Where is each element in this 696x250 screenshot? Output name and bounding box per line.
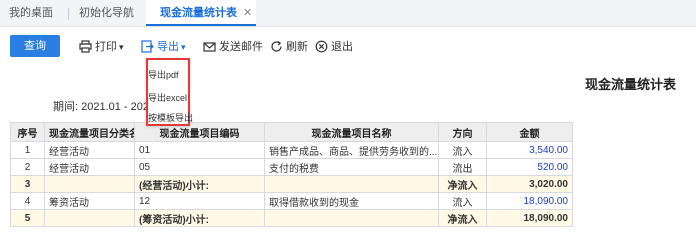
subtotal-label: (筹资活动)小计: (134, 209, 265, 227)
close-icon[interactable]: ✕ (243, 7, 252, 19)
code-cell: 01 (134, 141, 265, 159)
row-number: 5 (10, 209, 45, 227)
export-excel-option[interactable]: 导出excel (148, 91, 187, 104)
item-name-cell: 销售产成品、商品、提供劳务收到的... (264, 141, 439, 159)
subtotal-row[interactable]: 5 (筹资活动)小计: 净流入 18,090.00 (10, 209, 573, 227)
direction-cell: 流出 (438, 158, 487, 176)
table-row[interactable]: 1 经营活动 01 销售产成品、商品、提供劳务收到的... 流入 3,540.0… (10, 141, 573, 159)
tab-label: 现金流量统计表 (160, 7, 237, 19)
direction-cell: 净流入 (438, 209, 487, 227)
row-number: 1 (10, 141, 45, 159)
column-header[interactable]: 现金流量项目名称 (264, 122, 439, 142)
tab-separator (68, 8, 69, 20)
export-dropdown-menu: 导出pdf 导出excel 按模板导出 (146, 58, 193, 126)
column-header[interactable]: 方向 (438, 122, 487, 142)
table-row[interactable]: 4 筹资活动 12 取得借款收到的现金 流入 18,090.00 (10, 192, 573, 210)
export-pdf-option[interactable]: 导出pdf (148, 68, 179, 81)
item-name-cell (264, 209, 439, 227)
tab-init-navigation[interactable]: 初始化导航 (79, 0, 134, 26)
table-header-row: 序号 现金流量项目分类名 现金流量项目编码 现金流量项目名称 方向 金额 (10, 122, 573, 142)
row-number: 4 (10, 192, 45, 210)
tab-my-desktop[interactable]: 我的桌面 (9, 0, 53, 26)
code-cell: 05 (134, 158, 265, 176)
direction-cell: 流入 (438, 192, 487, 210)
exit-icon (315, 40, 328, 53)
category-cell: 经营活动 (44, 158, 135, 176)
amount-cell[interactable]: 520.00 (486, 158, 573, 176)
item-name-cell: 取得借款收到的现金 (264, 192, 439, 210)
amount-cell[interactable]: 18,090.00 (486, 192, 573, 210)
subtotal-row[interactable]: 3 (经营活动)小计: 净流入 3,020.00 (10, 175, 573, 193)
row-number: 3 (10, 175, 45, 193)
cash-flow-table: 序号 现金流量项目分类名 现金流量项目编码 现金流量项目名称 方向 金额 1 经… (10, 122, 573, 227)
refresh-button[interactable]: 刷新 (270, 39, 308, 55)
print-button[interactable]: 打印 ▾ (79, 39, 124, 55)
period-label: 期间: 2021.01 - 202 (53, 101, 150, 113)
row-number: 2 (10, 158, 45, 176)
category-cell (44, 175, 135, 193)
toolbar: 查询 打印 ▾ 导出 ▾ 发送邮件 刷新 退出 (0, 27, 696, 63)
email-icon (203, 42, 216, 52)
table-row[interactable]: 2 经营活动 05 支付的税费 流出 520.00 (10, 158, 573, 176)
query-button[interactable]: 查询 (10, 35, 60, 57)
category-cell: 筹资活动 (44, 192, 135, 210)
column-header[interactable]: 现金流量项目分类名 (44, 122, 135, 142)
send-email-label: 发送邮件 (219, 41, 263, 53)
tab-label: 初始化导航 (79, 7, 134, 19)
subtotal-label: (经营活动)小计: (134, 175, 265, 193)
amount-cell[interactable]: 3,540.00 (486, 141, 573, 159)
send-email-button[interactable]: 发送邮件 (203, 39, 263, 55)
export-button[interactable]: 导出 ▾ (141, 39, 186, 55)
category-cell (44, 209, 135, 227)
subtotal-amount: 18,090.00 (486, 209, 573, 227)
tab-label: 我的桌面 (9, 7, 53, 19)
subtotal-amount: 3,020.00 (486, 175, 573, 193)
exit-label: 退出 (331, 41, 353, 53)
chevron-down-icon: ▾ (181, 42, 186, 52)
printer-icon (79, 40, 92, 53)
direction-cell: 流入 (438, 141, 487, 159)
item-name-cell: 支付的税费 (264, 158, 439, 176)
tab-bar: 我的桌面 初始化导航 现金流量统计表 ✕ (0, 0, 696, 27)
direction-cell: 净流入 (438, 175, 487, 193)
column-header[interactable]: 序号 (10, 122, 45, 142)
column-header[interactable]: 金额 (486, 122, 573, 142)
export-icon (141, 40, 154, 53)
export-template-option[interactable]: 按模板导出 (148, 111, 193, 124)
category-cell: 经营活动 (44, 141, 135, 159)
refresh-label: 刷新 (286, 41, 308, 53)
chevron-down-icon: ▾ (119, 42, 124, 52)
exit-button[interactable]: 退出 (315, 39, 353, 55)
item-name-cell (264, 175, 439, 193)
code-cell: 12 (134, 192, 265, 210)
print-label: 打印 (95, 41, 117, 53)
refresh-icon (271, 41, 282, 52)
report-title: 现金流量统计表 (585, 77, 677, 92)
export-label: 导出 (157, 41, 179, 53)
tab-cash-flow-report[interactable]: 现金流量统计表 ✕ (146, 0, 256, 26)
